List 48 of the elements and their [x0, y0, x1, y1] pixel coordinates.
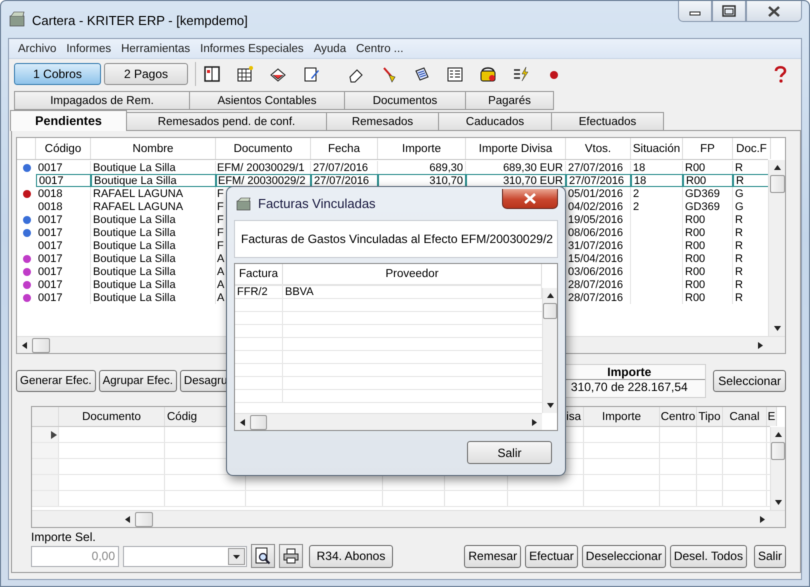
- table-cell: R00: [683, 252, 733, 265]
- table-cell: 0018: [36, 187, 91, 200]
- table-cell: R00: [683, 278, 733, 291]
- table-cell: 0017: [36, 174, 91, 187]
- table-cell: 0017: [36, 252, 91, 265]
- table-cell: 0017: [36, 278, 91, 291]
- table-cell: R00: [683, 174, 733, 187]
- table-cell: 0017: [36, 239, 91, 252]
- table-cell: R00: [683, 291, 733, 304]
- table-cell: Boutique La Silla: [91, 291, 216, 304]
- table-cell: 27/07/2016: [566, 161, 631, 174]
- table-cell: Boutique La Silla: [91, 161, 216, 174]
- table-cell: EFM/ 20030029/1: [216, 161, 311, 174]
- table-cell: Boutique La Silla: [91, 278, 216, 291]
- table-cell: 0017: [36, 265, 91, 278]
- table-cell: R00: [683, 226, 733, 239]
- table-cell: 689,30: [378, 161, 466, 174]
- table-cell: R00: [683, 265, 733, 278]
- table-cell: 18: [631, 161, 683, 174]
- table-cell: 27/07/2016: [566, 174, 631, 187]
- table-cell: 0017: [36, 161, 91, 174]
- table-cell: 27/07/2016: [311, 161, 378, 174]
- table-cell: Boutique La Silla: [91, 252, 216, 265]
- table-cell: R00: [683, 213, 733, 226]
- total-value: 310,70 de 228.167,54: [570, 380, 689, 394]
- table-cell: 18: [631, 174, 683, 187]
- table-cell: 0018: [36, 200, 91, 213]
- table-cell: RAFAEL LAGUNA: [91, 200, 216, 213]
- table-cell: Boutique La Silla: [91, 265, 216, 278]
- table-cell: FFR/2: [235, 286, 283, 298]
- table-cell: 2: [631, 200, 683, 213]
- table-cell: 0017: [36, 213, 91, 226]
- table-cell: 689,30 EUR: [466, 161, 566, 174]
- table-cell: 2: [631, 187, 683, 200]
- table-cell: Boutique La Silla: [91, 174, 216, 187]
- message-text: Facturas de Gastos Vinculadas al Efecto EFM/20030029/2: [234, 220, 558, 258]
- table-cell: R00: [683, 239, 733, 252]
- table-cell: Boutique La Silla: [91, 213, 216, 226]
- table-cell: 0017: [36, 226, 91, 239]
- table-cell: 0017: [36, 291, 91, 304]
- table-cell: Boutique La Silla: [91, 226, 216, 239]
- table-cell: GD369: [683, 200, 733, 213]
- table-cell: Boutique La Silla: [91, 239, 216, 252]
- table-cell: RAFAEL LAGUNA: [91, 187, 216, 200]
- window-title: Cartera - KRITER ERP - [kempdemo]: [32, 13, 248, 28]
- table-cell: R00: [683, 161, 733, 174]
- table-cell: GD369: [683, 187, 733, 200]
- field-label: Importe Sel.: [31, 530, 97, 544]
